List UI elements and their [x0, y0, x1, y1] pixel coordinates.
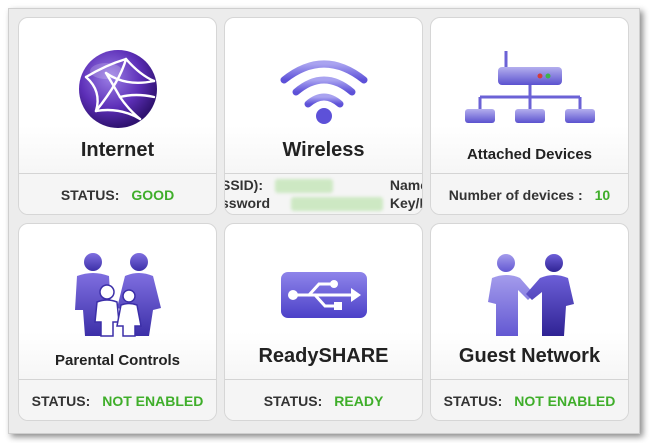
tile-title: Attached Devices — [466, 146, 593, 163]
ssid-label: SSID): — [225, 177, 263, 193]
status-bar: STATUS: NOT ENABLED — [431, 379, 628, 420]
status-label: STATUS: — [31, 392, 91, 409]
password-value-redacted — [291, 197, 383, 211]
password-label: ssword — [225, 195, 271, 211]
tile-title: ReadySHARE — [258, 345, 389, 367]
tile-title: Guest Network — [458, 345, 601, 367]
status-bar: STATUS: GOOD — [19, 173, 216, 214]
wireless-info: SSID): Name ssword Key/F — [225, 173, 422, 214]
dashboard-frame: Internet STATUS: GOOD Wireless SSID): Na… — [8, 8, 640, 434]
status-value: GOOD — [131, 186, 175, 203]
family-icon — [19, 250, 216, 340]
wifi-icon — [225, 44, 422, 134]
router-network-icon — [431, 44, 628, 134]
globe-icon — [19, 44, 216, 134]
tile-title: Parental Controls — [54, 352, 181, 369]
network-name-label: Name — [389, 177, 422, 193]
tile-title: Internet — [80, 139, 155, 161]
tile-parental-controls[interactable]: Parental Controls STATUS: NOT ENABLED — [18, 223, 217, 421]
tile-title: Wireless — [282, 139, 365, 161]
device-count-label: Number of devices : — [448, 186, 583, 203]
status-value: NOT ENABLED — [514, 392, 616, 409]
tile-internet[interactable]: Internet STATUS: GOOD — [18, 17, 217, 215]
device-count-value: 10 — [594, 186, 611, 203]
tile-attached-devices[interactable]: Attached Devices Number of devices : 10 — [430, 17, 629, 215]
usb-icon — [225, 250, 422, 340]
status-label: STATUS: — [443, 392, 503, 409]
tile-wireless[interactable]: Wireless SSID): Name ssword Key/F — [224, 17, 423, 215]
handshake-icon — [431, 250, 628, 340]
network-key-label: Key/F — [389, 195, 422, 211]
status-bar: Number of devices : 10 — [431, 173, 628, 214]
status-label: STATUS: — [263, 392, 323, 409]
status-bar: STATUS: READY — [225, 379, 422, 420]
tile-readyshare[interactable]: ReadySHARE STATUS: READY — [224, 223, 423, 421]
status-bar: STATUS: NOT ENABLED — [19, 379, 216, 420]
status-label: STATUS: — [60, 186, 120, 203]
status-value: READY — [334, 392, 384, 409]
tile-guest-network[interactable]: Guest Network STATUS: NOT ENABLED — [430, 223, 629, 421]
ssid-value-redacted — [275, 179, 333, 193]
status-value: NOT ENABLED — [102, 392, 204, 409]
